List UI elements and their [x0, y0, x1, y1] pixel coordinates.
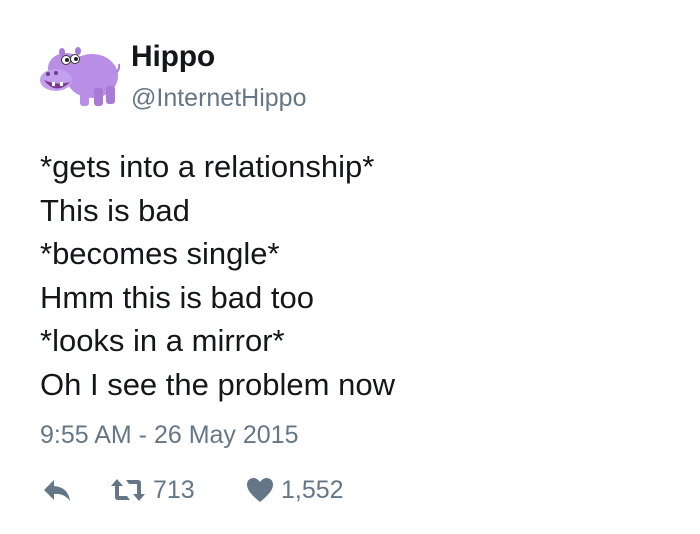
heart-icon [247, 478, 273, 502]
retweet-count: 713 [153, 475, 195, 504]
tweet-line: *gets into a relationship* [40, 149, 375, 184]
tweet-card: Hippo @InternetHippo *gets into a relati… [0, 0, 700, 534]
hippo-avatar-icon[interactable] [40, 36, 121, 112]
like-button[interactable]: 1,552 [246, 472, 344, 508]
like-count: 1,552 [281, 475, 344, 504]
retweet-icon [111, 479, 145, 501]
tweet-line: This is bad [40, 192, 190, 228]
tweet-line: *becomes single* [40, 236, 280, 271]
user-handle[interactable]: @InternetHippo [131, 84, 306, 113]
hippo-avatar-graphic [40, 47, 121, 106]
user-display-name[interactable]: Hippo [131, 40, 215, 74]
retweet-button[interactable]: 713 [110, 472, 195, 508]
reply-button[interactable] [42, 472, 72, 508]
tweet-text: *gets into a relationship* This is bad *… [40, 145, 680, 406]
tweet-actions: 713 1,552 [40, 472, 640, 508]
tweet-line: *looks in a mirror* [40, 323, 285, 358]
tweet-line: Oh I see the problem now [40, 366, 395, 402]
tweet-timestamp[interactable]: 9:55 AM - 26 May 2015 [40, 421, 298, 450]
tweet-line: Hmm this is bad too [40, 279, 314, 315]
reply-icon [44, 480, 70, 501]
